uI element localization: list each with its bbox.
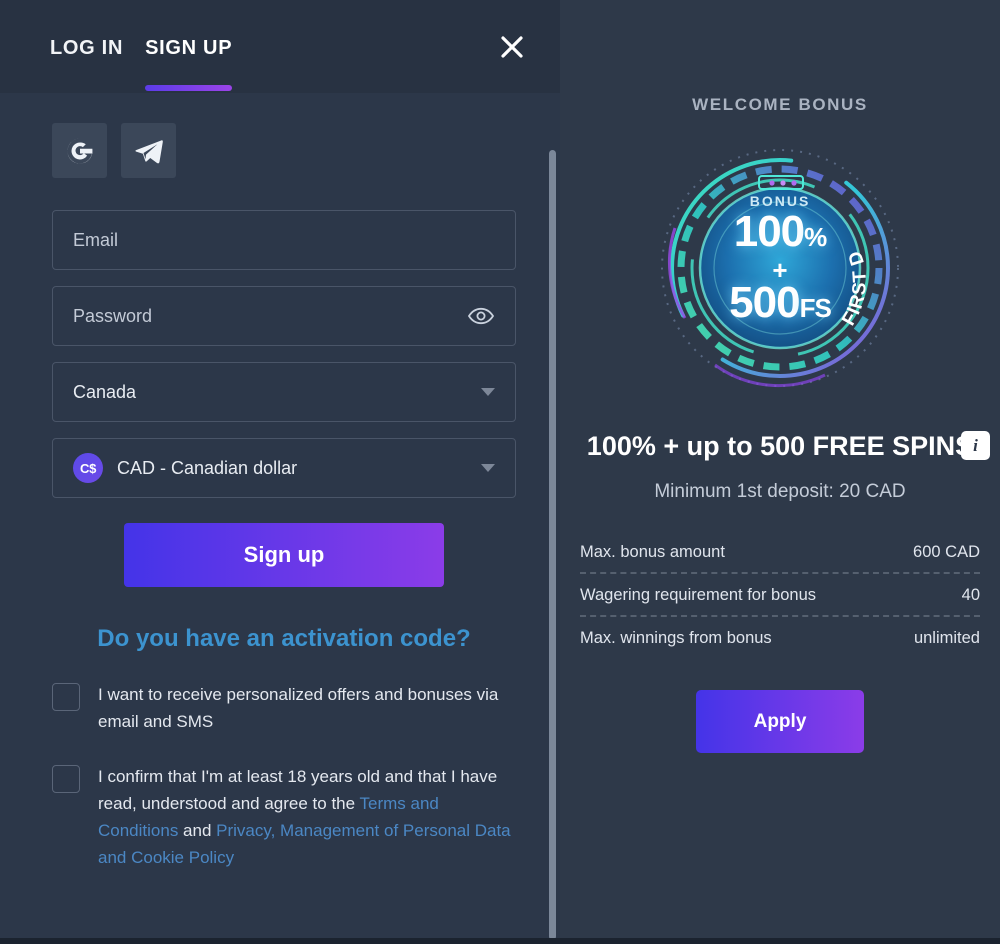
- form-scrollbar-thumb[interactable]: [549, 150, 556, 940]
- minimum-deposit-text: Minimum 1st deposit: 20 CAD: [654, 481, 906, 502]
- bonus-badge: FIRST DEPOSIT BONUS 100% + 500FS: [655, 143, 905, 393]
- terms-consent-checkbox[interactable]: [52, 765, 80, 793]
- tab-sign-up[interactable]: SIGN UP: [145, 0, 233, 93]
- terms-consent-label: I confirm that I'm at least 18 years old…: [98, 763, 516, 871]
- offer-title: 100% + up to 500 FREE SPINS: [586, 431, 974, 461]
- currency-select-value: CAD - Canadian dollar: [117, 457, 298, 478]
- terms-text-middle: and: [178, 821, 217, 840]
- bonus-details-table: Max. bonus amount 600 CAD Wagering requi…: [580, 537, 980, 658]
- marketing-consent-label: I want to receive personalized offers an…: [98, 685, 499, 731]
- social-login-row: [52, 123, 516, 178]
- telegram-icon: [134, 139, 163, 163]
- signup-form-panel: LOG IN SIGN UP Email Password Canada C$ …: [0, 0, 560, 944]
- offer-title-row: 100% + up to 500 FREE SPINS i: [575, 428, 990, 465]
- currency-select[interactable]: C$ CAD - Canadian dollar: [52, 438, 516, 498]
- chevron-down-icon: [481, 388, 495, 396]
- table-row: Max. bonus amount 600 CAD: [580, 537, 980, 574]
- activation-code-link[interactable]: Do you have an activation code?: [52, 625, 516, 653]
- country-select[interactable]: Canada: [52, 362, 516, 422]
- currency-badge-icon: C$: [73, 453, 103, 483]
- tab-log-in-label: LOG IN: [50, 37, 124, 59]
- country-select-value: Canada: [73, 381, 137, 402]
- detail-label: Max. winnings from bonus: [580, 629, 772, 647]
- signup-form-body: Canada C$ CAD - Canadian dollar Sign up …: [0, 93, 560, 944]
- apply-bonus-button[interactable]: Apply: [696, 690, 864, 753]
- close-button[interactable]: [492, 27, 532, 67]
- detail-label: Wagering requirement for bonus: [580, 586, 817, 604]
- tab-log-in[interactable]: LOG IN: [50, 0, 123, 93]
- password-input[interactable]: [73, 305, 457, 327]
- terms-consent-row: I confirm that I'm at least 18 years old…: [52, 763, 516, 871]
- email-input[interactable]: [73, 229, 495, 251]
- table-row: Max. winnings from bonus unlimited: [580, 617, 980, 658]
- google-login-button[interactable]: [52, 123, 107, 178]
- marketing-consent-row: I want to receive personalized offers an…: [52, 681, 516, 735]
- email-field[interactable]: [52, 210, 516, 270]
- telegram-login-button[interactable]: [121, 123, 176, 178]
- close-icon: [501, 35, 523, 58]
- toggle-password-visibility-button[interactable]: [467, 306, 495, 326]
- welcome-bonus-panel: WELCOME BONUS FIRST D BONUS 100% + 500FS…: [560, 0, 1000, 944]
- sign-up-button[interactable]: Sign up: [124, 523, 444, 587]
- form-scrollbar[interactable]: [549, 100, 556, 940]
- detail-value: 600 CAD: [913, 543, 980, 561]
- password-field[interactable]: [52, 286, 516, 346]
- table-row: Wagering requirement for bonus 40: [580, 574, 980, 617]
- window-bottom-edge: [0, 938, 1000, 944]
- modal-header: LOG IN SIGN UP: [0, 0, 560, 93]
- auth-tabs: LOG IN SIGN UP: [50, 0, 254, 93]
- google-icon: [67, 138, 92, 163]
- marketing-consent-checkbox[interactable]: [52, 683, 80, 711]
- detail-label: Max. bonus amount: [580, 543, 725, 561]
- info-icon[interactable]: i: [961, 431, 990, 460]
- signup-modal: LOG IN SIGN UP Email Password Canada C$ …: [0, 0, 1000, 944]
- chevron-down-icon: [481, 464, 495, 472]
- eye-icon: [467, 307, 495, 325]
- welcome-bonus-heading: WELCOME BONUS: [692, 95, 868, 114]
- detail-value: 40: [961, 586, 980, 604]
- bonus-badge-icon: FIRST DEPOSIT: [655, 143, 899, 388]
- detail-value: unlimited: [913, 629, 980, 647]
- tab-sign-up-label: SIGN UP: [145, 37, 233, 59]
